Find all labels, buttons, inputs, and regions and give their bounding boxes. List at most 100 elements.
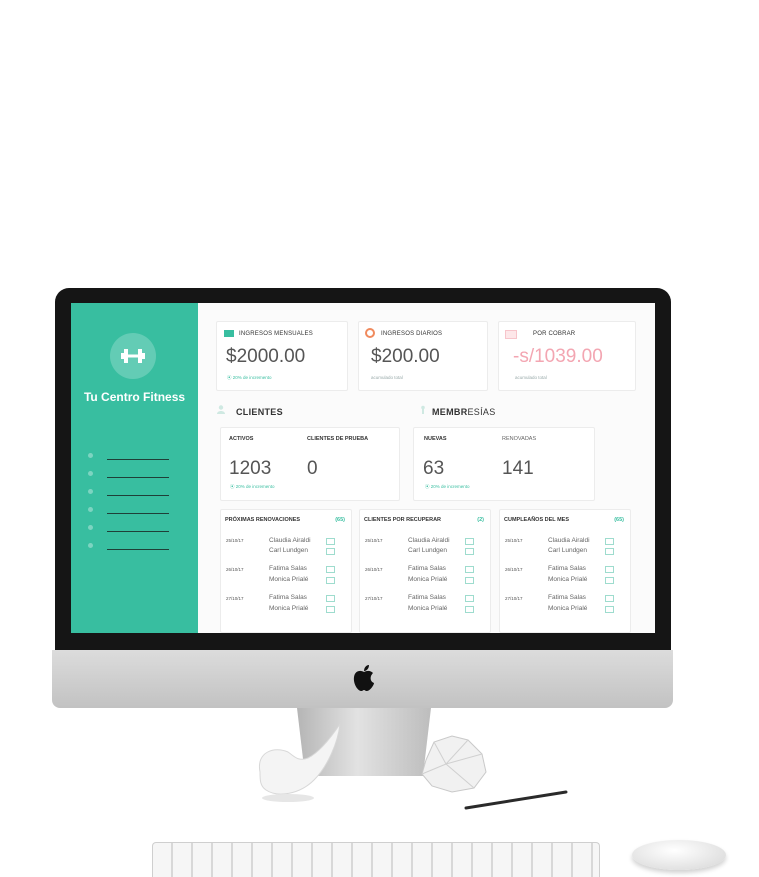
mail-icon[interactable] xyxy=(326,577,335,584)
mail-icon[interactable] xyxy=(326,548,335,555)
person-icon xyxy=(217,405,225,414)
menu-dot-icon xyxy=(88,507,93,512)
mail-icon[interactable] xyxy=(465,577,474,584)
sidebar-item-4[interactable] xyxy=(88,504,170,514)
client-name[interactable]: Monica Prialé xyxy=(548,576,587,583)
row-date: 26/10/17 xyxy=(226,567,244,572)
row-date: 25/10/17 xyxy=(365,538,383,543)
client-name[interactable]: Fatima Salas xyxy=(548,565,586,572)
mail-icon[interactable] xyxy=(326,595,335,602)
client-name[interactable]: Monica Prialé xyxy=(269,605,308,612)
keyboard xyxy=(152,842,600,877)
list-title: PRÓXIMAS RENOVACIONES xyxy=(225,517,301,523)
accumulated-note: acumulado total xyxy=(515,375,547,380)
client-name[interactable]: Fatima Salas xyxy=(408,565,446,572)
client-name[interactable]: Fatima Salas xyxy=(269,565,307,572)
apple-logo-icon xyxy=(353,665,374,691)
row-date: 25/10/17 xyxy=(226,538,244,543)
sidebar-item-3[interactable] xyxy=(88,486,170,496)
clients-to-recover-card[interactable]: CLIENTES POR RECUPERAR (2) 25/10/17 Clau… xyxy=(359,509,491,633)
clients-card[interactable]: ACTIVOS CLIENTES DE PRUEBA 1203 0 ⦿ 20% … xyxy=(220,427,400,501)
active-label: ACTIVOS xyxy=(229,436,254,442)
mail-icon[interactable] xyxy=(605,577,614,584)
row-date: 27/10/17 xyxy=(226,596,244,601)
card-label: INGRESOS DIARIOS xyxy=(381,331,443,337)
mail-icon[interactable] xyxy=(465,566,474,573)
active-value: 1203 xyxy=(229,458,272,479)
daily-income-card[interactable]: INGRESOS DIARIOS $200.00 acumulado total xyxy=(358,321,488,391)
client-name[interactable]: Fatima Salas xyxy=(408,594,446,601)
increment-note: ⦿ 20% de incremento xyxy=(227,375,272,380)
row-date: 27/10/17 xyxy=(365,596,383,601)
client-name[interactable]: Fatima Salas xyxy=(269,594,307,601)
client-name[interactable]: Carl Lundgen xyxy=(408,547,447,554)
sidebar-item-6[interactable] xyxy=(88,540,170,550)
target-icon xyxy=(365,328,375,338)
list-title: CUMPLEAÑOS DEL MES xyxy=(504,517,569,523)
client-name[interactable]: Fatima Salas xyxy=(548,594,586,601)
list-count: (65) xyxy=(335,517,345,523)
memberships-card[interactable]: NUEVAS RENOVADAS 63 141 ⦿ 20% de increme… xyxy=(413,427,595,501)
card-label: INGRESOS MENSUALES xyxy=(239,331,313,337)
mail-icon[interactable] xyxy=(605,538,614,545)
client-name[interactable]: Carl Lundgen xyxy=(269,547,308,554)
list-count: (65) xyxy=(614,517,624,523)
mail-icon[interactable] xyxy=(605,566,614,573)
card-label: POR COBRAR xyxy=(533,331,576,337)
memberships-title: MEMBRESÍAS xyxy=(432,407,496,417)
invoice-icon xyxy=(505,330,517,339)
sidebar-item-1[interactable] xyxy=(88,450,170,460)
receivable-value: -s/1039.00 xyxy=(513,346,603,367)
client-name[interactable]: Claudia Airaldi xyxy=(408,537,450,544)
row-date: 27/10/17 xyxy=(505,596,523,601)
list-title: CLIENTES POR RECUPERAR xyxy=(364,517,442,523)
row-date: 26/10/17 xyxy=(505,567,523,572)
client-name[interactable]: Claudia Airaldi xyxy=(269,537,311,544)
accumulated-note: acumulado total xyxy=(371,375,403,380)
cash-icon xyxy=(224,330,234,337)
client-name[interactable]: Claudia Airaldi xyxy=(548,537,590,544)
dumbbell-icon xyxy=(121,349,145,363)
mail-icon[interactable] xyxy=(326,566,335,573)
logo[interactable] xyxy=(110,333,156,379)
upcoming-renewals-card[interactable]: PRÓXIMAS RENOVACIONES (65) 25/10/17 Clau… xyxy=(220,509,352,633)
trial-value: 0 xyxy=(307,458,318,479)
client-name[interactable]: Monica Prialé xyxy=(408,605,447,612)
client-name[interactable]: Monica Prialé xyxy=(408,576,447,583)
client-name[interactable]: Monica Prialé xyxy=(269,576,308,583)
row-date: 26/10/17 xyxy=(365,567,383,572)
pencil-icon xyxy=(464,790,568,810)
sidebar-item-5[interactable] xyxy=(88,522,170,532)
mail-icon[interactable] xyxy=(605,606,614,613)
menu-dot-icon xyxy=(88,543,93,548)
clients-title: CLIENTES xyxy=(236,407,283,417)
receivable-card[interactable]: POR COBRAR -s/1039.00 acumulado total xyxy=(498,321,636,391)
dashboard-screen: Tu Centro Fitness INGRESOS MENSUALES $20… xyxy=(71,303,655,633)
mail-icon[interactable] xyxy=(605,595,614,602)
menu-dot-icon xyxy=(88,453,93,458)
increment-note: ⦿ 20% de incremento xyxy=(425,484,470,489)
mail-icon[interactable] xyxy=(326,538,335,545)
sidebar-item-2[interactable] xyxy=(88,468,170,478)
mail-icon[interactable] xyxy=(465,548,474,555)
increment-note: ⦿ 20% de incremento xyxy=(230,484,275,489)
crumpled-paper-icon xyxy=(421,735,487,793)
client-name[interactable]: Monica Prialé xyxy=(548,605,587,612)
mail-icon[interactable] xyxy=(465,538,474,545)
birthdays-card[interactable]: CUMPLEAÑOS DEL MES (65) 25/10/17 Claudia… xyxy=(499,509,631,633)
mail-icon[interactable] xyxy=(605,548,614,555)
mail-icon[interactable] xyxy=(465,595,474,602)
mail-icon[interactable] xyxy=(465,606,474,613)
mail-icon[interactable] xyxy=(326,606,335,613)
bird-figurine-icon xyxy=(258,723,341,802)
monthly-income-card[interactable]: INGRESOS MENSUALES $2000.00 ⦿ 20% de inc… xyxy=(216,321,348,391)
main-content: INGRESOS MENSUALES $2000.00 ⦿ 20% de inc… xyxy=(198,303,655,633)
renewed-label: RENOVADAS xyxy=(502,436,537,442)
menu-dot-icon xyxy=(88,489,93,494)
trial-label: CLIENTES DE PRUEBA xyxy=(307,436,369,442)
monthly-income-value: $2000.00 xyxy=(226,346,306,367)
list-count: (2) xyxy=(477,517,484,523)
row-date: 25/10/17 xyxy=(505,538,523,543)
menu-dot-icon xyxy=(88,471,93,476)
client-name[interactable]: Carl Lundgen xyxy=(548,547,587,554)
